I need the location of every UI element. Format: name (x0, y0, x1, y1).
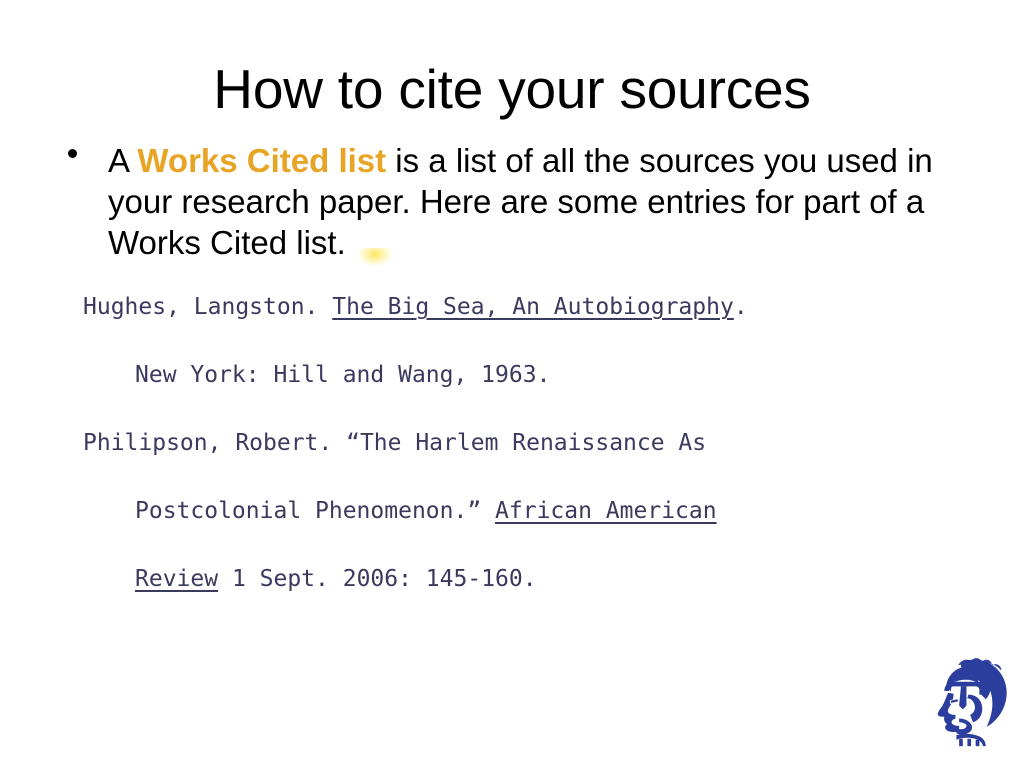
page-title: How to cite your sources (213, 58, 811, 120)
citation-text: New York: Hill and Wang, 1963. (135, 362, 551, 388)
citation-line: Hughes, Langston. The Big Sea, An Autobi… (83, 292, 963, 360)
bullet-list: A Works Cited list is a list of all the … (60, 140, 980, 263)
list-item: A Works Cited list is a list of all the … (60, 140, 980, 263)
citation-text: . (733, 294, 748, 320)
citation-text: Hughes, Langston. (83, 294, 333, 320)
bullet-item-text: A Works Cited list is a list of all the … (108, 142, 933, 261)
citation-line: Review 1 Sept. 2006: 145-160. (83, 564, 963, 632)
works-cited-entries: Hughes, Langston. The Big Sea, An Autobi… (83, 292, 963, 632)
citation-title-underlined: Review (135, 566, 219, 592)
citation-text: 1 Sept. 2006: 145-160. (218, 566, 537, 592)
citation-text: Philipson, Robert. “The Harlem Renaissan… (83, 430, 707, 456)
bullet-lead-text: A (108, 142, 138, 179)
citation-title-underlined: The Big Sea, An Autobiography (332, 294, 734, 320)
spartan-warrior-head-logo (926, 654, 1018, 750)
citation-line: New York: Hill and Wang, 1963. (83, 360, 963, 428)
slide-canvas: How to cite your sources A Works Cited l… (0, 0, 1024, 768)
citation-title-underlined: African American (495, 498, 717, 524)
works-cited-highlight: Works Cited list (137, 142, 387, 179)
bullet-point-icon (68, 149, 77, 158)
citation-line: Philipson, Robert. “The Harlem Renaissan… (83, 428, 963, 496)
citation-line: Postcolonial Phenomenon.” African Americ… (83, 496, 963, 564)
citation-text: Postcolonial Phenomenon.” (135, 498, 496, 524)
